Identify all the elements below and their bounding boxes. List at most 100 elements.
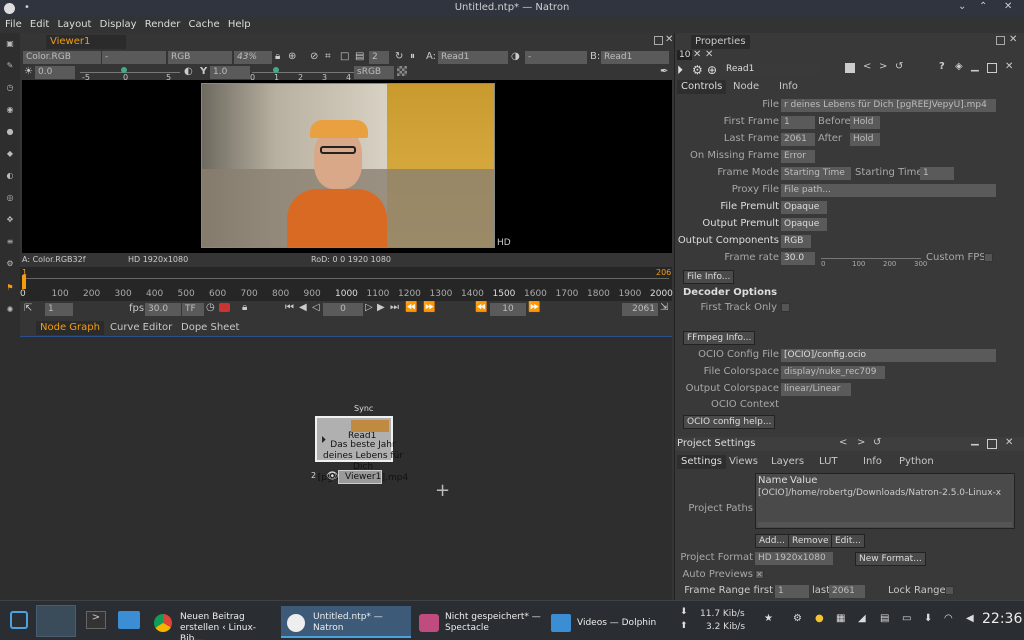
frame-count-select[interactable]: 2 <box>369 51 389 64</box>
maximize-icon[interactable]: ⌃ <box>979 1 987 12</box>
other-tools-icon[interactable]: ⚙ <box>5 259 15 269</box>
gain-icon[interactable]: ☀ <box>24 66 33 77</box>
first-frame-field[interactable]: 1 <box>45 303 73 316</box>
files-icon[interactable] <box>118 611 140 629</box>
task-natron[interactable]: Untitled.ntp* — Natron <box>281 606 411 638</box>
prop-value[interactable]: Opaque <box>781 218 827 231</box>
paths-row-value[interactable]: [OCIO]/home/robertg/Downloads/Natron-2.5… <box>758 488 1014 498</box>
paint-tools-icon[interactable]: ✎ <box>5 61 15 71</box>
float-panel-icon[interactable] <box>987 63 997 73</box>
redo-icon[interactable]: > <box>879 61 887 72</box>
task-dolphin[interactable]: Videos — Dolphin <box>545 606 675 638</box>
input-b-select[interactable]: Read1 <box>601 51 669 64</box>
tab-viewer1[interactable]: Viewer1 <box>46 35 127 49</box>
keyer-tools-icon[interactable]: ◐ <box>5 171 15 181</box>
menu-render[interactable]: Render <box>145 17 181 33</box>
extra-tools-icon[interactable]: ✺ <box>5 305 15 315</box>
frame-range-first[interactable]: 1 <box>775 585 809 598</box>
zoom-plus-icon[interactable]: ⊕ <box>288 51 296 62</box>
tab-project-views[interactable]: Views <box>725 455 762 469</box>
tab-project-layers[interactable]: Layers <box>767 455 808 469</box>
ocio-value[interactable]: linear/Linear <box>781 383 851 396</box>
float-panel-icon[interactable] <box>987 439 997 449</box>
menu-help[interactable]: Help <box>228 17 251 33</box>
record-icon[interactable] <box>219 303 230 312</box>
tab-node-graph[interactable]: Node Graph <box>36 321 104 335</box>
tf-select[interactable]: TF <box>182 303 204 316</box>
pane-close-icon[interactable]: ✕ <box>665 34 673 45</box>
tab-project-lut[interactable]: LUT <box>815 455 842 469</box>
menu-file[interactable]: File <box>5 17 22 33</box>
merge-tools-icon[interactable]: ◎ <box>5 193 15 203</box>
menu-display[interactable]: Display <box>100 17 137 33</box>
prop-value[interactable]: 1 <box>781 116 815 129</box>
prev-frame-icon[interactable]: ◁ <box>312 302 320 313</box>
minimize-panel-icon[interactable]: ▁ <box>971 435 979 446</box>
desktop-pager[interactable] <box>36 605 76 637</box>
edit-path-button[interactable]: Edit... <box>831 534 866 548</box>
tab-project-settings[interactable]: Settings <box>677 455 727 469</box>
volume-icon[interactable]: ◀ <box>966 613 974 624</box>
input-a-select[interactable]: Read1 <box>438 51 508 64</box>
close-panel-icon[interactable]: ✕ <box>1005 437 1013 448</box>
color-picker-icon[interactable]: ✒ <box>660 66 668 77</box>
viewer-node[interactable]: Viewer1 <box>338 470 382 484</box>
project-format-select[interactable]: HD 1920x1080 <box>755 552 833 565</box>
lock-icon[interactable]: 🔒︎ <box>275 51 280 62</box>
help-icon[interactable]: ? <box>939 61 945 72</box>
close-icon[interactable]: ✕ <box>1004 1 1012 12</box>
pane-float-icon[interactable] <box>654 36 663 45</box>
remove-path-button[interactable]: Remove <box>788 534 833 548</box>
devices-icon[interactable]: ▭ <box>902 613 911 624</box>
pane-close-icon[interactable]: ✕ <box>1009 34 1017 45</box>
file-info-button[interactable]: File Info... <box>683 270 735 284</box>
transform-tools-icon[interactable]: ✥ <box>5 215 15 225</box>
tab-project-info[interactable]: Info <box>859 455 886 469</box>
prev-increment-icon[interactable]: ⏪ <box>475 302 487 313</box>
restore-defaults-icon[interactable]: ↺ <box>873 437 881 448</box>
menu-layout[interactable]: Layout <box>57 17 91 33</box>
lock-frames-icon[interactable]: 🔒︎ <box>242 302 247 313</box>
roi-icon[interactable]: □ <box>340 51 349 62</box>
composite-icon[interactable]: ◑ <box>511 51 520 62</box>
play-backward-icon[interactable]: ◀ <box>299 302 307 313</box>
checkerboard-icon[interactable] <box>397 66 407 76</box>
project-paths-table[interactable]: Name Value [OCIO]/home/robertg/Downloads… <box>755 473 1015 529</box>
channel-tools-icon[interactable]: ◉ <box>5 105 15 115</box>
playhead[interactable] <box>22 275 26 289</box>
weather-icon[interactable]: ● <box>815 613 824 624</box>
node-play-icon[interactable]: ⏵ <box>677 63 683 78</box>
set-out-icon[interactable]: ⇲ <box>660 302 668 313</box>
prev-keyframe-icon[interactable]: ⏪ <box>405 302 417 313</box>
undo-icon[interactable]: < <box>839 437 847 448</box>
menu-cache[interactable]: Cache <box>189 17 220 33</box>
color-tools-icon[interactable]: ● <box>5 127 15 137</box>
gamma-slider[interactable] <box>252 72 360 73</box>
prop-value[interactable]: Opaque <box>781 201 827 214</box>
layout-icon[interactable]: ▤ <box>355 51 364 62</box>
paths-scrollbar[interactable] <box>758 522 1012 527</box>
notifications-icon[interactable]: ⚙ <box>793 613 802 624</box>
crop-icon[interactable]: ⌗ <box>325 51 331 62</box>
pane-float-icon[interactable] <box>996 36 1005 45</box>
play-forward-icon[interactable]: ▶ <box>377 302 385 313</box>
next-frame-icon[interactable]: ▷ <box>365 302 373 313</box>
set-in-icon[interactable]: ⇱ <box>24 303 32 314</box>
gain-slider[interactable] <box>80 72 180 73</box>
prop-value[interactable]: 30.0 <box>781 252 815 265</box>
task-spectacle[interactable]: Nicht gespeichert* — Spectacle <box>413 606 543 638</box>
restore-defaults-icon[interactable]: ↺ <box>895 61 903 72</box>
menu-edit[interactable]: Edit <box>30 17 49 33</box>
properties-close-icon[interactable]: ✕ <box>705 49 713 60</box>
wipe-icon[interactable]: ⊘ <box>310 51 318 62</box>
filter-tools-icon[interactable]: ◆ <box>5 149 15 159</box>
tab-node[interactable]: Node <box>729 80 763 94</box>
prop-value[interactable]: RGB <box>781 235 811 248</box>
app-launcher-icon[interactable] <box>10 611 28 629</box>
last-frame-icon[interactable]: ⏭ <box>390 302 399 313</box>
ocio-value[interactable]: display/nuke_rec709 <box>781 366 885 379</box>
minimize-icon[interactable]: ⌄ <box>958 1 966 12</box>
image-tools-icon[interactable]: ▣ <box>5 39 15 49</box>
time-tools-icon[interactable]: ◷ <box>5 83 15 93</box>
clipboard-icon[interactable]: ▦ <box>836 613 845 624</box>
